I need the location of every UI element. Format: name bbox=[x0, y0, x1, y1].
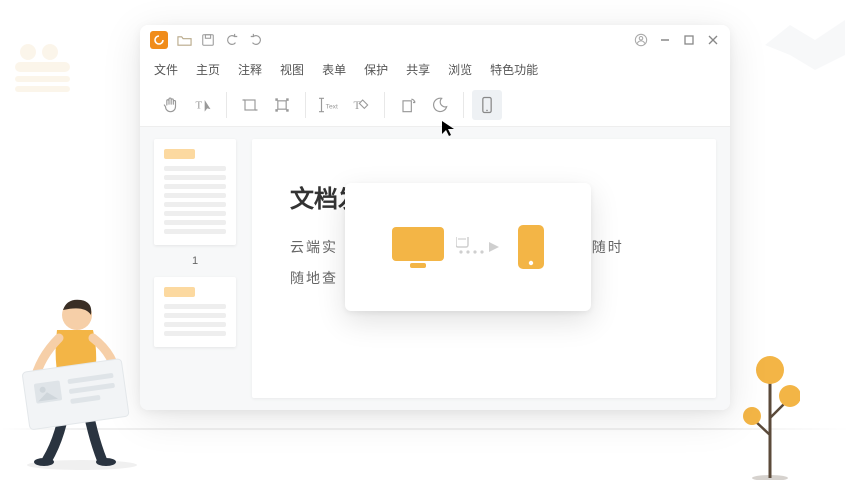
phone-icon bbox=[516, 223, 546, 271]
text-edit-tool[interactable]: T bbox=[346, 90, 376, 120]
window-controls bbox=[634, 33, 720, 47]
sync-arrow-icon bbox=[456, 237, 506, 257]
svg-text:T: T bbox=[196, 99, 203, 111]
titlebar bbox=[140, 25, 730, 55]
menu-features[interactable]: 特色功能 bbox=[490, 61, 538, 78]
menu-file[interactable]: 文件 bbox=[154, 61, 178, 78]
app-logo bbox=[150, 31, 168, 49]
monitor-icon bbox=[390, 223, 446, 271]
document-viewport[interactable]: 文档发 云端实 捷，随时 随地查 bbox=[250, 127, 730, 410]
save-icon[interactable] bbox=[200, 32, 216, 48]
rotate-tool[interactable] bbox=[393, 90, 423, 120]
menu-form[interactable]: 表单 bbox=[322, 61, 346, 78]
content-area: 1 文档发 云端实 捷，随时 随地查 bbox=[140, 127, 730, 410]
open-folder-icon[interactable] bbox=[176, 32, 192, 48]
menu-home[interactable]: 主页 bbox=[196, 61, 220, 78]
close-icon[interactable] bbox=[706, 33, 720, 47]
page-thumbnail-2[interactable] bbox=[154, 277, 236, 347]
menu-view[interactable]: 视图 bbox=[280, 61, 304, 78]
hand-tool[interactable] bbox=[156, 90, 186, 120]
svg-text:T: T bbox=[354, 99, 361, 112]
menu-browse[interactable]: 浏览 bbox=[448, 61, 472, 78]
menu-protect[interactable]: 保护 bbox=[364, 61, 388, 78]
bg-decor-handshake bbox=[760, 0, 850, 90]
text-field-tool[interactable]: Text bbox=[314, 90, 344, 120]
sync-graphic bbox=[390, 223, 546, 271]
minimize-icon[interactable] bbox=[658, 33, 672, 47]
doc-body-frag1: 云端实 bbox=[290, 239, 338, 255]
illustration-person bbox=[7, 260, 157, 470]
svg-text:Text: Text bbox=[326, 103, 338, 110]
menu-comment[interactable]: 注释 bbox=[238, 61, 262, 78]
redo-icon[interactable] bbox=[248, 32, 264, 48]
page-thumbnail-1-label: 1 bbox=[154, 255, 236, 267]
user-icon[interactable] bbox=[634, 33, 648, 47]
undo-icon[interactable] bbox=[224, 32, 240, 48]
sync-tooltip-card bbox=[345, 183, 591, 311]
quick-access-toolbar bbox=[176, 32, 264, 48]
select-tool[interactable]: T bbox=[188, 90, 218, 120]
toolbar: T Text T bbox=[140, 83, 730, 127]
bg-decor-people bbox=[10, 40, 80, 100]
send-to-mobile-tool[interactable] bbox=[472, 90, 502, 120]
page-thumbnail-1[interactable] bbox=[154, 139, 236, 245]
transform-tool[interactable] bbox=[267, 90, 297, 120]
maximize-icon[interactable] bbox=[682, 33, 696, 47]
bg-decor-tree bbox=[740, 340, 800, 480]
menu-share[interactable]: 共享 bbox=[406, 61, 430, 78]
doc-body-frag3: 随地查 bbox=[290, 270, 338, 286]
menubar: 文件 主页 注释 视图 表单 保护 共享 浏览 特色功能 bbox=[140, 55, 730, 83]
crop-tool[interactable] bbox=[235, 90, 265, 120]
app-window: 文件 主页 注释 视图 表单 保护 共享 浏览 特色功能 T bbox=[140, 25, 730, 410]
night-mode-tool[interactable] bbox=[425, 90, 455, 120]
